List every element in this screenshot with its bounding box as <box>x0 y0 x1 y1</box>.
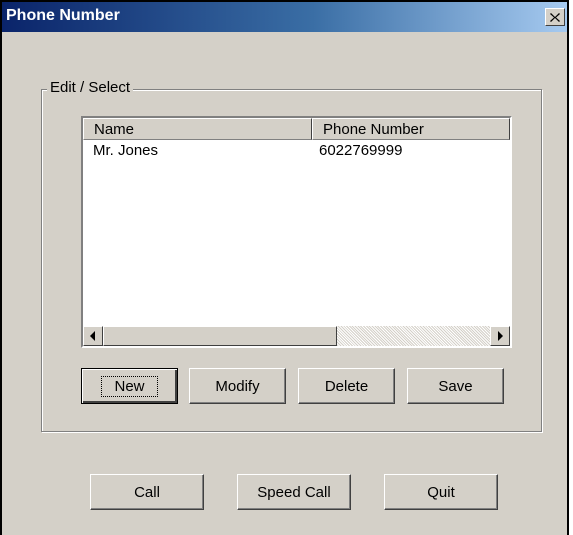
list-item-phone: 6022769999 <box>319 142 403 159</box>
arrow-right-icon <box>498 331 503 341</box>
scroll-left-button[interactable] <box>83 326 103 346</box>
list-item[interactable]: Mr. Jones 6022769999 <box>83 142 510 162</box>
list-item-name: Mr. Jones <box>93 142 159 159</box>
column-header-name[interactable]: Name <box>83 118 312 140</box>
scrollbar-thumb[interactable] <box>103 326 337 346</box>
call-button-label: Call <box>134 483 160 501</box>
title-bar[interactable]: Phone Number <box>2 2 567 32</box>
quit-button[interactable]: Quit <box>384 474 498 510</box>
save-button-label: Save <box>438 377 473 395</box>
scroll-right-button[interactable] <box>490 326 510 346</box>
delete-button-label: Delete <box>324 377 369 395</box>
speed-call-button[interactable]: Speed Call <box>237 474 351 510</box>
delete-button[interactable]: Delete <box>298 368 395 404</box>
edit-select-group-label: Edit / Select <box>47 79 134 96</box>
list-header: Name Phone Number <box>83 118 510 140</box>
modify-button[interactable]: Modify <box>189 368 286 404</box>
new-button[interactable]: New <box>81 368 178 404</box>
close-button[interactable] <box>545 8 565 26</box>
call-button[interactable]: Call <box>90 474 204 510</box>
save-button[interactable]: Save <box>407 368 504 404</box>
column-header-phone-number[interactable]: Phone Number <box>312 118 510 140</box>
window-title: Phone Number <box>6 7 120 24</box>
quit-button-label: Quit <box>427 483 455 501</box>
phone-number-dialog: Phone Number Edit / Select Name Phone Nu… <box>0 0 569 535</box>
close-icon <box>550 12 560 22</box>
speed-call-button-label: Speed Call <box>257 483 331 501</box>
new-button-label: New <box>101 375 158 397</box>
horizontal-scrollbar[interactable] <box>83 326 510 346</box>
phone-list[interactable]: Name Phone Number Mr. Jones 6022769999 <box>81 116 512 348</box>
arrow-left-icon <box>90 331 95 341</box>
modify-button-label: Modify <box>215 377 260 395</box>
